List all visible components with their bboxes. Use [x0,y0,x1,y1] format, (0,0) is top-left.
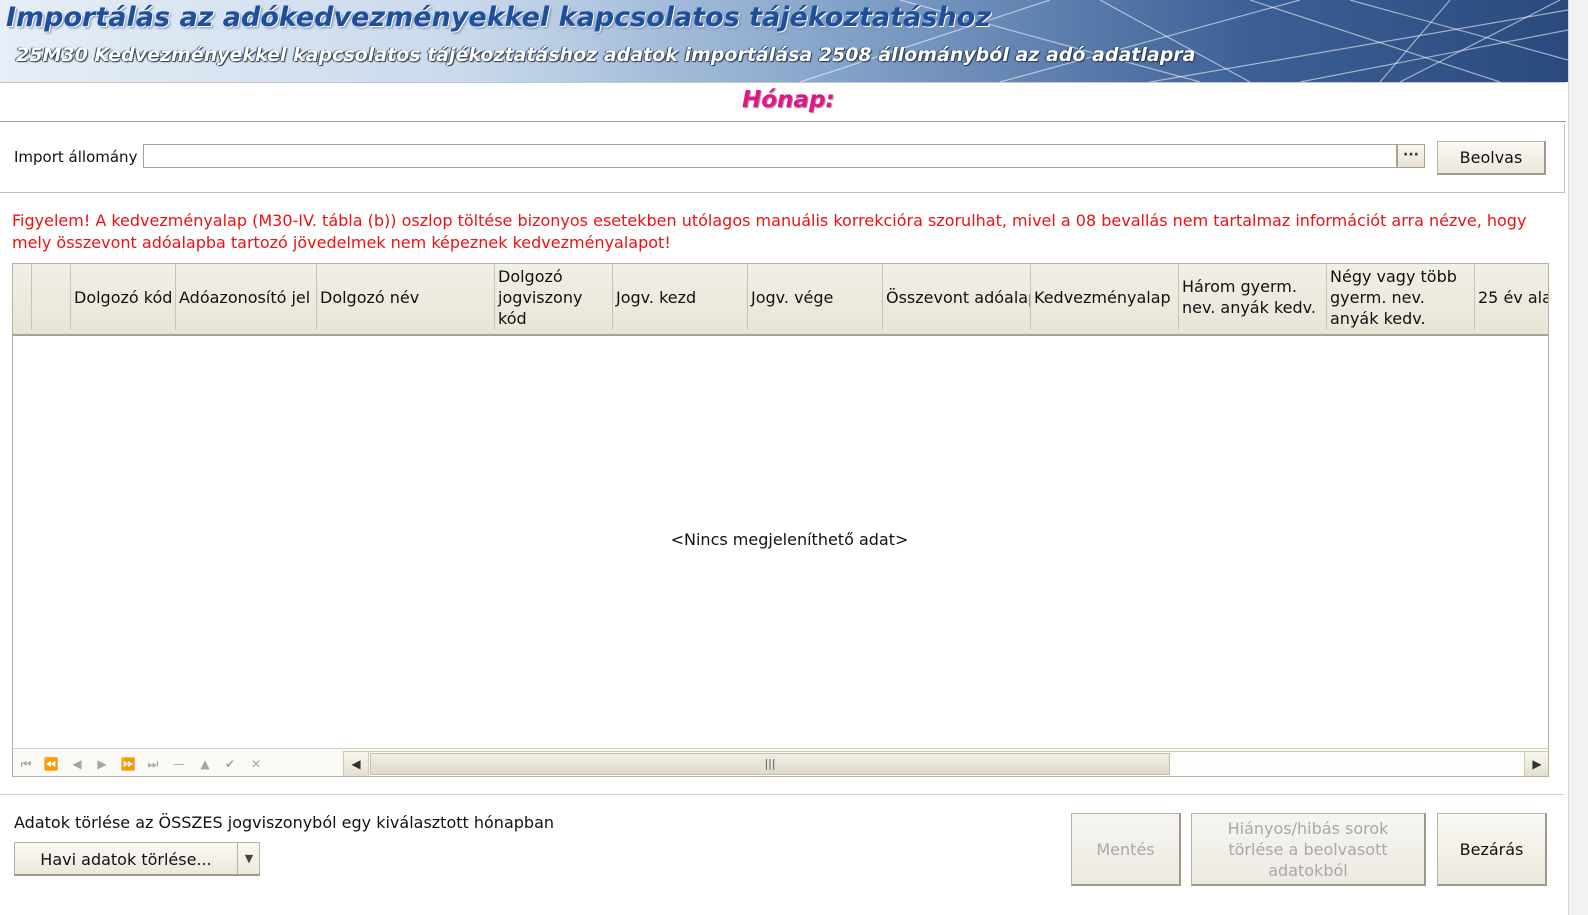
first-record-icon[interactable]: ⏮ [17,756,35,772]
monthly-delete-button[interactable]: Havi adatok törlése... [15,843,238,875]
column-header-employment-code[interactable]: Dolgozó jogviszony kód [495,264,613,330]
edit-record-icon[interactable]: ▲ [196,756,214,772]
next-record-icon[interactable]: ▶ [93,756,111,772]
column-header-under-25[interactable]: 25 év alat [1475,264,1548,330]
browse-button[interactable]: ··· [1397,144,1425,168]
month-bar: Hónap: [0,82,1566,122]
window-edge [1568,0,1588,915]
prev-record-icon[interactable]: ◀ [68,756,86,772]
column-header-employment-start[interactable]: Jogv. kezd [613,264,748,330]
column-header-indicator[interactable] [13,264,32,330]
import-file-field[interactable] [143,144,1397,168]
scroll-right-icon[interactable]: ▶ [1524,752,1548,776]
header-banner: Importálás az adókedvezményekkel kapcsol… [0,0,1568,82]
import-file-input[interactable] [144,145,1396,167]
column-header-allowance-base[interactable]: Kedvezményalap [1031,264,1179,330]
delete-record-icon[interactable]: — [170,756,188,772]
column-header-select[interactable] [32,264,71,330]
month-label: Hónap: [742,87,835,113]
chevron-down-icon[interactable]: ▼ [238,843,260,875]
column-header-employee-name[interactable]: Dolgozó név [317,264,495,330]
close-button[interactable]: Bezárás [1437,813,1547,886]
column-header-employee-code[interactable]: Dolgozó kód [71,264,176,330]
last-record-icon[interactable]: ⏭ [144,756,162,772]
prev-page-icon[interactable]: ⏪ [42,756,60,772]
delete-all-label: Adatok törlése az ÖSSZES jogviszonyból e… [14,813,555,832]
column-header-three-children-mothers[interactable]: Három gyerm. nev. anyák kedv. [1179,264,1327,330]
bottom-separator [0,794,1564,795]
horizontal-scrollbar[interactable]: ◀ ||| ▶ [343,751,1548,776]
scroll-left-icon[interactable]: ◀ [344,752,369,776]
page-subtitle: 25M30 Kedvezményekkel kapcsolatos tájéko… [16,44,1196,66]
delete-invalid-rows-button[interactable]: Hiányos/hibás sorok törlése a beolvasott… [1191,813,1426,886]
next-page-icon[interactable]: ⏩ [119,756,137,772]
scroll-thumb[interactable]: ||| [370,753,1170,775]
empty-data-message: <Nincs megjeleníthető adat> [670,530,909,549]
grid-header: Dolgozó kód Adóazonosító jel Dolgozó név… [13,264,1548,336]
monthly-delete-split-button[interactable]: Havi adatok törlése... ▼ [14,842,260,876]
column-header-employment-end[interactable]: Jogv. vége [748,264,883,330]
data-grid[interactable]: Dolgozó kód Adóazonosító jel Dolgozó név… [12,263,1549,777]
warning-message: Figyelem! A kedvezményalap (M30-IV. tábl… [12,211,1527,252]
column-header-four-children-mothers[interactable]: Négy vagy több gyerm. nev. anyák kedv. [1327,264,1475,330]
column-header-combined-tax-base[interactable]: Összevont adóalap [883,264,1031,330]
column-header-tax-id[interactable]: Adóazonosító jel [176,264,317,330]
import-row: Import állomány ··· Beolvas [0,124,1565,193]
import-file-label: Import állomány [14,148,138,166]
grid-navigator: ⏮ ⏪ ◀ ▶ ⏩ ⏭ — ▲ ✔ ✕ ◀ ||| ▶ [13,748,1548,776]
read-button[interactable]: Beolvas [1437,141,1546,175]
save-button[interactable]: Mentés [1071,813,1181,886]
post-record-icon[interactable]: ✔ [221,756,239,772]
page-title: Importálás az adókedvezményekkel kapcsol… [6,2,991,33]
cancel-edit-icon[interactable]: ✕ [247,756,265,772]
